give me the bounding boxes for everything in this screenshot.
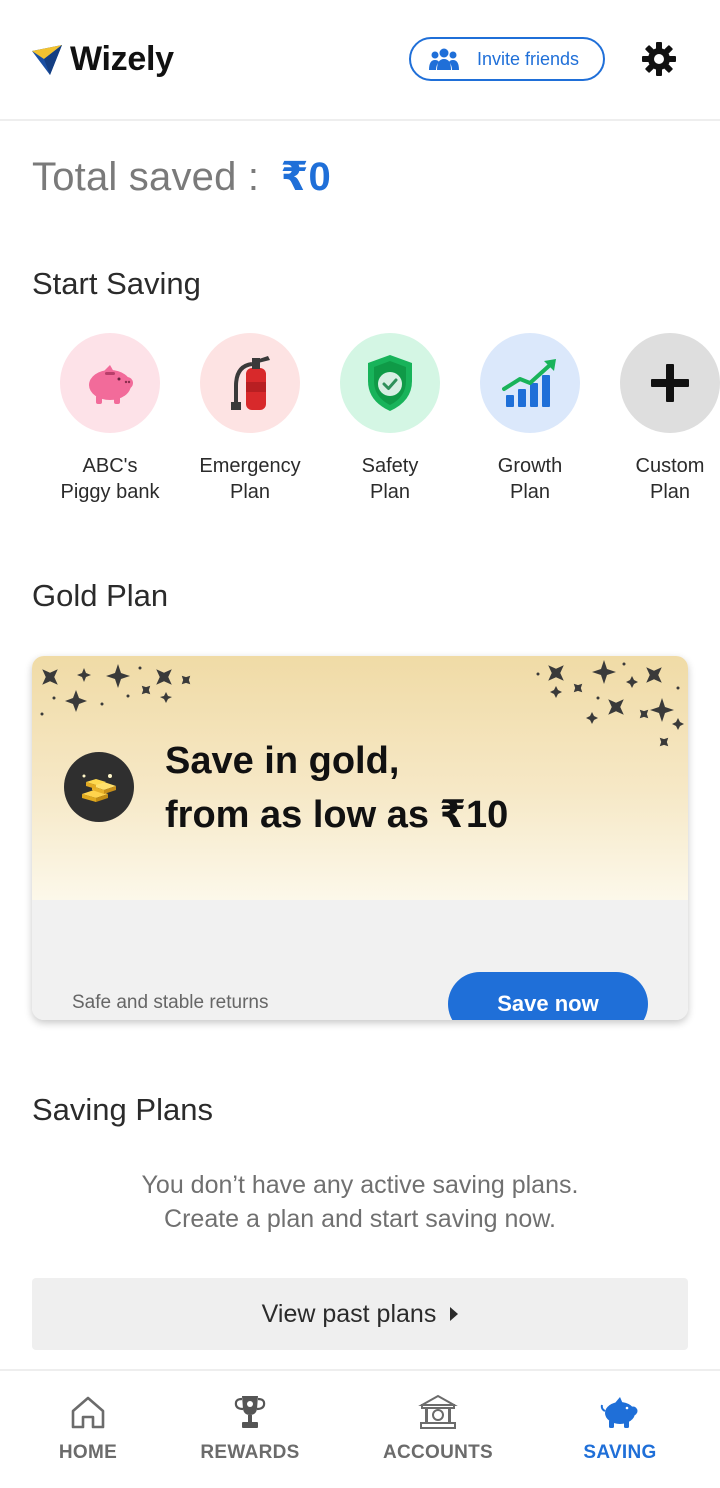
plan-label: Emergency Plan bbox=[199, 455, 301, 503]
gold-subtext: Safe and stable returns bbox=[72, 992, 269, 1013]
gear-icon[interactable] bbox=[641, 41, 677, 77]
nav-accounts[interactable]: ACCOUNTS bbox=[358, 1393, 518, 1464]
plan-piggy-bank[interactable]: ABC's Piggy bank bbox=[40, 333, 180, 505]
growth-chart-icon bbox=[480, 333, 580, 433]
nav-home[interactable]: HOME bbox=[8, 1393, 168, 1464]
gold-card-banner: Save in gold, from as low as ₹10 bbox=[32, 656, 688, 900]
sparkles-icon bbox=[536, 660, 684, 747]
piggy-bank-icon bbox=[600, 1397, 638, 1428]
fire-extinguisher-icon bbox=[200, 333, 300, 433]
shield-check-icon bbox=[340, 333, 440, 433]
plan-safety[interactable]: Safety Plan bbox=[320, 333, 460, 505]
home-icon bbox=[71, 1396, 105, 1429]
people-group-icon bbox=[429, 48, 459, 70]
saving-plans-title: Saving Plans bbox=[32, 1092, 213, 1127]
app-name: Wizely bbox=[70, 40, 174, 78]
plan-emergency[interactable]: Emergency Plan bbox=[180, 333, 320, 505]
nav-rewards[interactable]: REWARDS bbox=[170, 1393, 330, 1464]
caret-right-icon bbox=[450, 1307, 459, 1321]
total-saved-value: ₹0 bbox=[280, 155, 331, 199]
gold-card-footer: Safe and stable returns Save now bbox=[32, 900, 688, 1020]
plan-label: ABC's Piggy bank bbox=[60, 455, 160, 503]
gold-plan-card: Save in gold, from as low as ₹10 Safe an… bbox=[32, 656, 688, 1020]
save-now-button[interactable]: Save now bbox=[448, 972, 648, 1020]
sparkles-icon bbox=[40, 664, 191, 716]
plus-icon bbox=[620, 333, 720, 433]
plan-label: Growth Plan bbox=[497, 455, 563, 503]
gold-bars-icon bbox=[64, 752, 134, 822]
start-saving-plans: ABC's Piggy bank Emergency Plan Safety P… bbox=[0, 333, 720, 513]
wizely-logo-icon bbox=[32, 44, 62, 75]
total-saved-label: Total saved : bbox=[32, 155, 260, 199]
bank-icon bbox=[418, 1394, 458, 1429]
plan-growth[interactable]: Growth Plan bbox=[460, 333, 600, 505]
gold-headline: Save in gold, from as low as ₹10 bbox=[165, 740, 509, 836]
piggy-bank-icon bbox=[60, 333, 160, 433]
nav-saving[interactable]: SAVING bbox=[540, 1393, 700, 1464]
trophy-icon bbox=[234, 1396, 266, 1428]
view-past-plans-button[interactable]: View past plans bbox=[32, 1278, 688, 1350]
brand: Wizely bbox=[30, 40, 174, 79]
app-header: Wizely Invite friends bbox=[0, 0, 720, 121]
gold-plan-title: Gold Plan bbox=[32, 578, 169, 613]
invite-friends-button[interactable]: Invite friends bbox=[409, 37, 605, 81]
plan-custom[interactable]: Custom Plan bbox=[600, 333, 720, 505]
plan-label: Custom Plan bbox=[635, 455, 705, 503]
invite-friends-label: Invite friends bbox=[477, 48, 580, 69]
total-saved: Total saved : ₹0 bbox=[32, 154, 331, 200]
saving-plans-empty-message: You don’t have any active saving plans. … bbox=[141, 1171, 579, 1233]
plan-label: Safety Plan bbox=[361, 455, 419, 503]
start-saving-title: Start Saving bbox=[32, 266, 201, 301]
bottom-nav: HOME REWARDS ACCOUNTS SAVING bbox=[0, 1369, 720, 1488]
view-past-plans-label: View past plans bbox=[261, 1299, 437, 1328]
